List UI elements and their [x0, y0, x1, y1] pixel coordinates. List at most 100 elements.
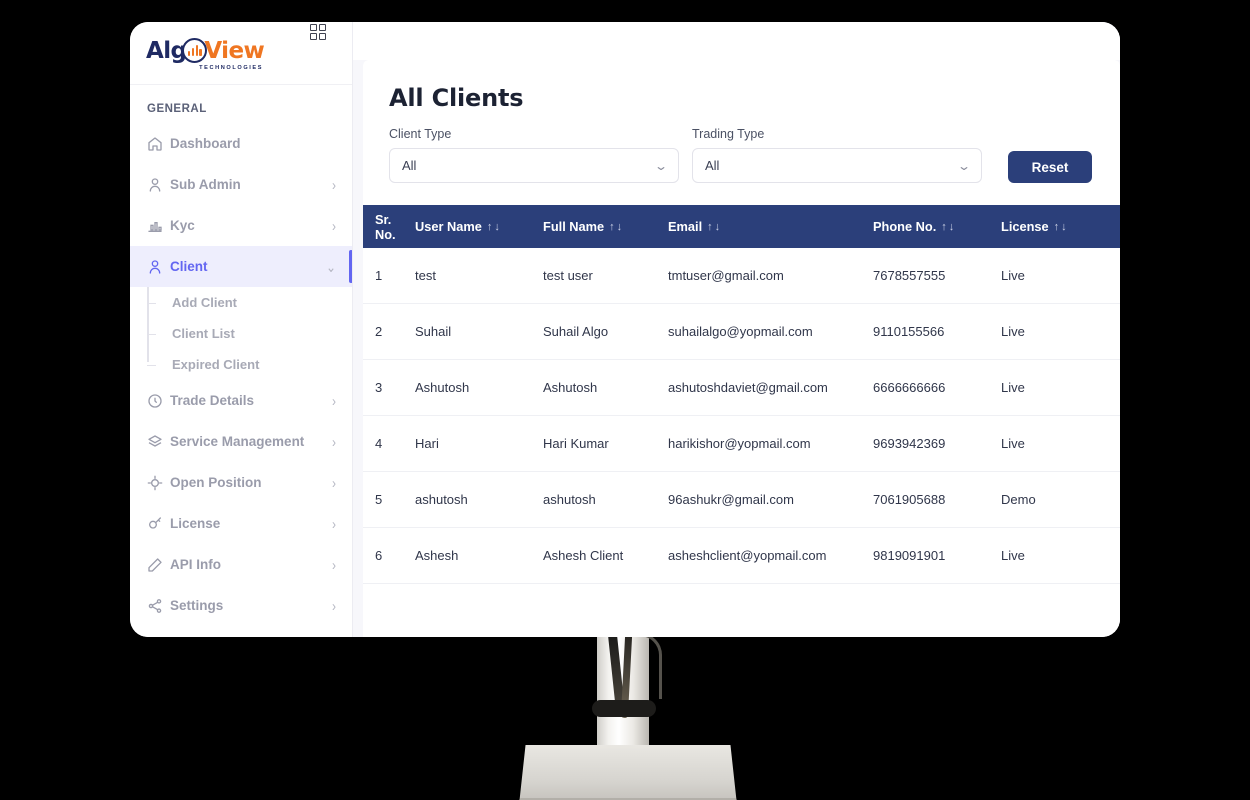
cell-full: test user [543, 268, 593, 283]
column-header-user-name[interactable]: User Name ↑ ↓ [413, 219, 541, 234]
app-window: Alg View TECHNOLOGIES GENERAL Dashboard [130, 22, 1120, 637]
chevron-right-icon: › [332, 216, 336, 235]
cell-sr-no: 4 [375, 436, 383, 451]
sort-asc-icon[interactable]: ↑ [707, 221, 713, 233]
client-type-select[interactable]: All ⌄ [389, 148, 679, 183]
chevron-right-icon: › [332, 596, 336, 615]
settings-icon [147, 598, 168, 614]
stand-base [519, 745, 737, 800]
cell-phone: 6666666666 [873, 380, 946, 395]
chart-icon [147, 218, 168, 234]
sidebar-item-trade-details[interactable]: Trade Details › [130, 380, 352, 421]
trading-type-field: Trading Type All ⌄ [692, 127, 982, 183]
home-icon [147, 136, 168, 152]
sort-asc-icon[interactable]: ↑ [941, 221, 947, 233]
cell-sr-no: 6 [375, 548, 383, 563]
table-row[interactable]: 4 Hari Hari Kumar harikishor@yopmail.com… [363, 416, 1120, 472]
sort-desc-icon[interactable]: ↓ [949, 221, 955, 233]
sidebar-item-label: Sub Admin [170, 177, 241, 192]
sidebar-item-label: Kyc [170, 218, 195, 233]
sort-desc-icon[interactable]: ↓ [715, 221, 721, 233]
client-type-label: Client Type [389, 127, 452, 141]
column-header-phone-no[interactable]: Phone No. ↑ ↓ [871, 219, 999, 234]
sort-asc-icon[interactable]: ↑ [487, 221, 493, 233]
table-header-row: Sr. No. User Name ↑ ↓ Full Name ↑ ↓ Emai… [363, 205, 1120, 248]
cell-email: tmtuser@gmail.com [668, 268, 784, 283]
sidebar-subitem-label: Client List [172, 326, 235, 341]
sidebar-item-service-management[interactable]: Service Management › [130, 421, 352, 462]
sidebar-item-client-list[interactable]: Client List [147, 318, 352, 349]
cell-license: Live [1001, 436, 1025, 451]
chevron-down-icon: ⌄ [653, 158, 669, 173]
sidebar-item-label: Service Management [170, 434, 305, 449]
table-row[interactable]: 3 Ashutosh Ashutosh ashutoshdaviet@gmail… [363, 360, 1120, 416]
cell-user: test [415, 268, 436, 283]
sort-arrows[interactable]: ↑ ↓ [487, 221, 500, 233]
position-icon [147, 475, 168, 491]
page-title: All Clients [389, 84, 524, 112]
cell-email: asheshclient@yopmail.com [668, 548, 827, 563]
cell-email: suhailalgo@yopmail.com [668, 324, 813, 339]
cell-license: Live [1001, 548, 1025, 563]
cable-clip [592, 700, 656, 717]
sidebar-section-label: GENERAL [147, 103, 207, 115]
sidebar-item-add-client[interactable]: Add Client [147, 287, 352, 318]
client-type-field: Client Type All ⌄ [389, 127, 679, 183]
table-row[interactable]: 1 test test user tmtuser@gmail.com 76785… [363, 248, 1120, 304]
column-header-full-name[interactable]: Full Name ↑ ↓ [541, 219, 666, 234]
chevron-right-icon: › [332, 432, 336, 451]
cell-full: Ashutosh [543, 380, 598, 395]
chevron-right-icon: › [332, 473, 336, 492]
column-header-license[interactable]: License ↑ ↓ [999, 219, 1109, 234]
sidebar-item-client[interactable]: Client ⌄ [130, 246, 352, 287]
cell-phone: 9819091901 [873, 548, 946, 563]
content-card: All Clients Client Type All ⌄ Trading Ty… [363, 60, 1120, 637]
sidebar-item-license[interactable]: License › [130, 503, 352, 544]
column-header-sr-no[interactable]: Sr. No. [363, 212, 413, 242]
column-header-email[interactable]: Email ↑ ↓ [666, 219, 871, 234]
screenshot-root: Alg View TECHNOLOGIES GENERAL Dashboard [0, 0, 1250, 800]
cell-user: Hari [415, 436, 439, 451]
cell-phone: 7061905688 [873, 492, 946, 507]
sidebar-item-label: Trade Details [170, 393, 255, 408]
reset-button[interactable]: Reset [1008, 151, 1092, 183]
sort-arrows[interactable]: ↑ ↓ [609, 221, 622, 233]
sidebar-item-open-position[interactable]: Open Position › [130, 462, 352, 503]
table-row[interactable]: 5 ashutosh ashutosh 96ashukr@gmail.com 7… [363, 472, 1120, 528]
grid-2x2-icon[interactable] [310, 24, 326, 40]
clock-icon [147, 393, 168, 409]
table-row[interactable]: 6 Ashesh Ashesh Client asheshclient@yopm… [363, 528, 1120, 584]
layers-icon [147, 434, 168, 450]
sort-arrows[interactable]: ↑ ↓ [941, 221, 954, 233]
sidebar-item-dashboard[interactable]: Dashboard [130, 123, 352, 164]
filter-bar: Client Type All ⌄ Trading Type All ⌄ Res… [363, 112, 1120, 183]
table-row[interactable]: 2 Suhail Suhail Algo suhailalgo@yopmail.… [363, 304, 1120, 360]
cell-full: Hari Kumar [543, 436, 609, 451]
cell-license: Live [1001, 380, 1025, 395]
sidebar-item-expired-client[interactable]: Expired Client [147, 349, 352, 380]
sidebar-item-sub-admin[interactable]: Sub Admin › [130, 164, 352, 205]
sidebar-item-api-info[interactable]: API Info › [130, 544, 352, 585]
trading-type-select[interactable]: All ⌄ [692, 148, 982, 183]
sort-desc-icon[interactable]: ↓ [1061, 221, 1067, 233]
sidebar-item-label: Settings [170, 598, 224, 613]
cell-license: Live [1001, 268, 1025, 283]
sort-arrows[interactable]: ↑ ↓ [707, 221, 720, 233]
sort-desc-icon[interactable]: ↓ [617, 221, 623, 233]
chevron-right-icon: › [332, 514, 336, 533]
sort-arrows[interactable]: ↑ ↓ [1054, 221, 1067, 233]
cell-sr-no: 2 [375, 324, 383, 339]
cell-full: Suhail Algo [543, 324, 609, 339]
sidebar-nav: Dashboard Sub Admin › Kyc › Client ⌄ Add… [130, 123, 352, 637]
sidebar-subnav-client: Add Client Client List Expired Client [130, 287, 352, 380]
sidebar-item-settings[interactable]: Settings › [130, 585, 352, 626]
sidebar-subitem-label: Add Client [172, 295, 237, 310]
cell-license: Live [1001, 324, 1025, 339]
sidebar-item-kyc[interactable]: Kyc › [130, 205, 352, 246]
logo-text-view: View [204, 38, 265, 64]
sort-asc-icon[interactable]: ↑ [609, 221, 615, 233]
topbar [353, 22, 1120, 60]
sort-desc-icon[interactable]: ↓ [494, 221, 500, 233]
cell-user: Ashesh [415, 548, 459, 563]
sort-asc-icon[interactable]: ↑ [1054, 221, 1060, 233]
